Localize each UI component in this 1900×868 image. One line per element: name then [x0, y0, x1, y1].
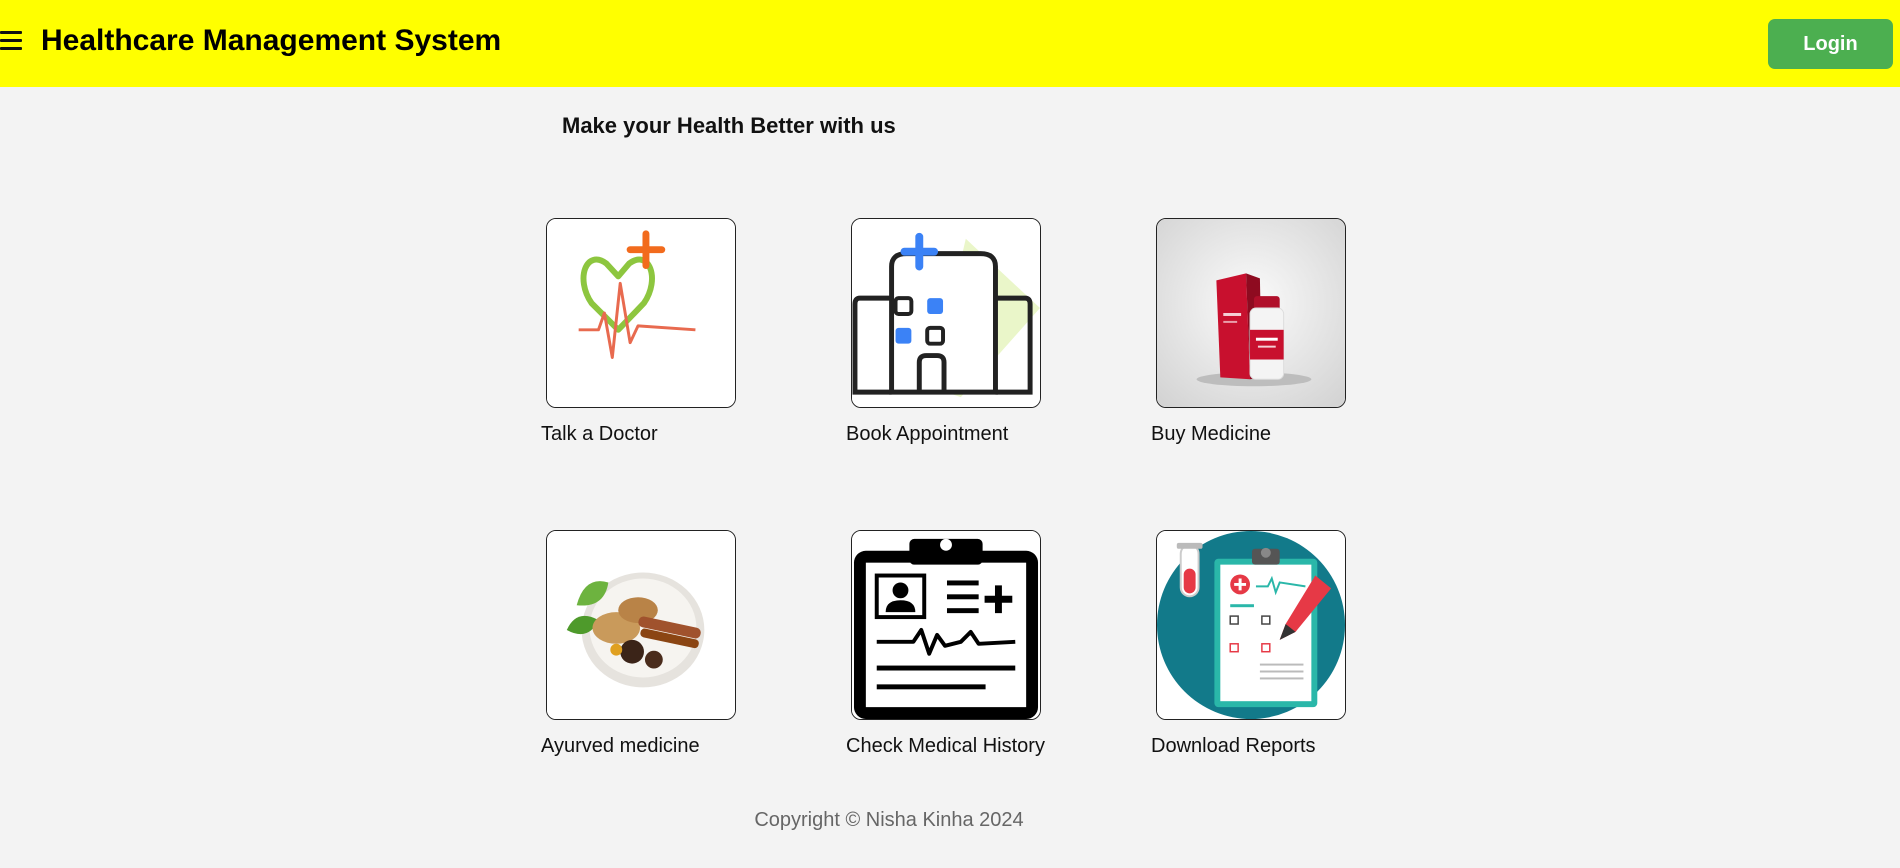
service-tile-buy-medicine[interactable]	[1156, 218, 1346, 408]
medical-report-icon	[1157, 531, 1345, 719]
hospital-building-icon	[852, 219, 1040, 407]
service-tile-ayurved-medicine[interactable]	[546, 530, 736, 720]
medicine-bottle-icon	[1157, 219, 1345, 407]
service-label[interactable]: Buy Medicine	[1151, 423, 1271, 446]
herbs-bowl-icon	[547, 531, 735, 719]
service-label[interactable]: Check Medical History	[846, 735, 1045, 758]
service-tile-medical-history[interactable]	[851, 530, 1041, 720]
service-label[interactable]: Ayurved medicine	[541, 735, 700, 758]
service-label[interactable]: Book Appointment	[846, 423, 1008, 446]
login-button[interactable]: Login	[1768, 19, 1893, 69]
app-title: Healthcare Management System	[41, 24, 502, 57]
hamburger-menu-icon[interactable]	[0, 31, 24, 55]
service-label[interactable]: Download Reports	[1151, 735, 1316, 758]
service-tile-download-reports[interactable]	[1156, 530, 1346, 720]
service-tile-talk-doctor[interactable]	[546, 218, 736, 408]
page-tagline: Make your Health Better with us	[562, 113, 896, 138]
service-label[interactable]: Talk a Doctor	[541, 423, 658, 446]
service-tile-book-appointment[interactable]	[851, 218, 1041, 408]
heart-pulse-icon	[547, 219, 735, 407]
footer-copyright: Copyright © Nisha Kinha 2024	[754, 809, 1024, 831]
top-bar: Healthcare Management System Login	[0, 0, 1900, 87]
clipboard-record-icon	[852, 531, 1040, 719]
